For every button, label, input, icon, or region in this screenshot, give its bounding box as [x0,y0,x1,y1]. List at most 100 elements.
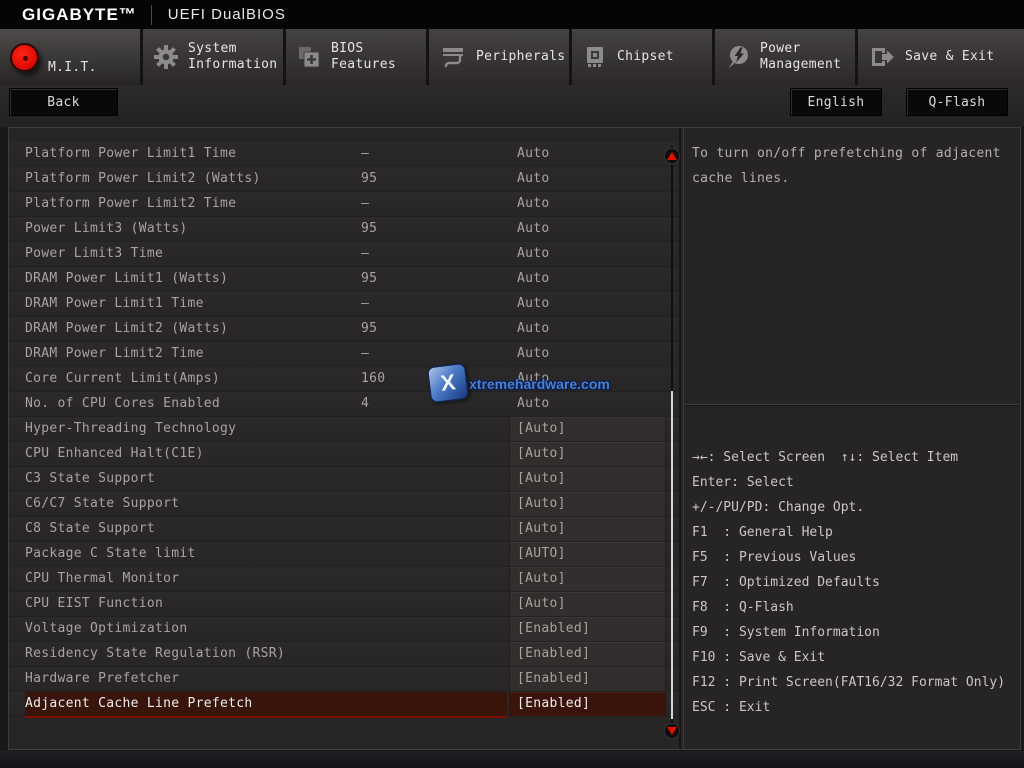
settings-row[interactable]: CPU Enhanced Halt(C1E)[Auto] [9,442,679,467]
setting-label: Power Limit3 Time [25,242,163,266]
settings-row[interactable]: Power Limit3 Time–Auto [9,242,679,267]
tab-system-information[interactable]: System Information [143,29,286,85]
setting-current-value: – [361,192,369,216]
watermark-text: xtremehardware.com [469,376,610,392]
setting-mode: Auto [517,192,550,216]
settings-row[interactable]: Platform Power Limit2 Time–Auto [9,192,679,217]
setting-mode: Auto [517,317,550,341]
legend-line: F8 : Q-Flash [692,595,1012,620]
settings-row[interactable]: DRAM Power Limit1 Time–Auto [9,292,679,317]
setting-mode: Auto [517,217,550,241]
qflash-button[interactable]: Q-Flash [906,88,1008,116]
setting-label: DRAM Power Limit1 (Watts) [25,267,228,291]
legend-list: →←: Select Screen ↑↓: Select ItemEnter: … [684,405,1020,720]
language-button[interactable]: English [790,88,882,116]
watermark-x-logo: X [427,363,469,403]
setting-current-value: – [361,342,369,366]
setting-label: No. of CPU Cores Enabled [25,392,220,416]
settings-panel: Platform Power Limit1 Time–AutoPlatform … [9,128,681,749]
chipset-icon [582,44,608,70]
settings-row[interactable]: DRAM Power Limit2 Time–Auto [9,342,679,367]
tab-mit[interactable]: M.I.T. [0,29,143,85]
setting-label: DRAM Power Limit2 (Watts) [25,317,228,341]
setting-value-box[interactable]: [AUTO] [509,542,666,566]
bottom-strip [0,751,1024,768]
settings-row[interactable]: C8 State Support[Auto] [9,517,679,542]
gear-icon [153,44,179,70]
mit-red-dial-icon [10,43,39,72]
back-button[interactable]: Back [9,88,118,116]
setting-current-value: 160 [361,367,385,391]
setting-value-box[interactable]: [Auto] [509,467,666,491]
settings-row[interactable]: Hyper-Threading Technology [Auto] [9,417,679,442]
settings-row[interactable]: CPU Thermal Monitor[Auto] [9,567,679,592]
setting-value-box[interactable]: [Auto] [509,417,666,441]
settings-row[interactable]: Voltage Optimization[Enabled] [9,617,679,642]
setting-current-value: 95 [361,317,377,341]
settings-row[interactable]: Power Limit3 (Watts)95Auto [9,217,679,242]
tab-chipset[interactable]: Chipset [572,29,715,85]
tab-label: System Information [188,41,283,73]
lightning-icon [725,44,751,70]
setting-value-box[interactable]: [Enabled] [509,642,666,666]
legend-line: +/-/PU/PD: Change Opt. [692,495,1012,520]
exit-door-icon [868,44,896,70]
setting-value-box[interactable]: [Auto] [509,442,666,466]
help-panel: To turn on/off prefetching of adjacent c… [683,128,1020,749]
peripheral-cable-icon [439,44,467,70]
toolbar: Back English Q-Flash [0,85,1024,127]
setting-value-box[interactable]: [Enabled] [509,617,666,641]
setting-value-box[interactable]: [Auto] [509,567,666,591]
gigabyte-logo: GIGABYTE™ [22,5,137,25]
down-triangle-icon [667,727,677,735]
title-bar: GIGABYTE™ UEFI DualBIOS [0,0,1024,29]
settings-row[interactable]: Platform Power Limit1 Time–Auto [9,142,679,167]
setting-label: Package C State limit [25,542,196,566]
setting-label: Core Current Limit(Amps) [25,367,220,391]
scroll-up-icon[interactable] [664,148,680,164]
settings-row[interactable]: DRAM Power Limit1 (Watts) 95 Auto [9,267,679,292]
legend-line: F12 : Print Screen(FAT16/32 Format Only) [692,670,1012,695]
tab-bios-features[interactable]: BIOS Features [286,29,429,85]
settings-row[interactable]: Hardware Prefetcher [Enabled] [9,667,679,692]
legend-line: →←: Select Screen ↑↓: Select Item [692,445,1012,470]
scrollbar-thumb[interactable] [671,391,673,719]
settings-row[interactable]: Platform Power Limit2 (Watts)95Auto [9,167,679,192]
settings-row[interactable]: CPU EIST Function[Auto] [9,592,679,617]
setting-value-box[interactable]: [Enabled] [509,692,666,716]
tab-label: M.I.T. [48,60,97,85]
setting-current-value: 95 [361,217,377,241]
setting-label: DRAM Power Limit2 Time [25,342,204,366]
setting-mode: Auto [517,292,550,316]
setting-value-box[interactable]: [Auto] [509,492,666,516]
up-triangle-icon [667,152,677,160]
tab-power-management[interactable]: Power Management [715,29,858,85]
setting-label: DRAM Power Limit1 Time [25,292,204,316]
settings-row[interactable]: Adjacent Cache Line Prefetch[Enabled] [9,692,679,717]
setting-label: Platform Power Limit1 Time [25,142,236,166]
settings-row[interactable]: Residency State Regulation (RSR) [Enabled… [9,642,679,667]
setting-label: Hardware Prefetcher [25,667,179,691]
settings-row[interactable]: Package C State limit [AUTO] [9,542,679,567]
legend-line: ESC : Exit [692,695,1012,720]
setting-current-value: 95 [361,267,377,291]
setting-label: C6/C7 State Support [25,492,179,516]
settings-row[interactable]: C3 State Support[Auto] [9,467,679,492]
setting-label: Residency State Regulation (RSR) [25,642,285,666]
tab-peripherals[interactable]: Peripherals [429,29,572,85]
tab-save-exit[interactable]: Save & Exit [858,29,1024,85]
setting-value-box[interactable]: [Auto] [509,592,666,616]
legend-line: F10 : Save & Exit [692,645,1012,670]
scroll-down-icon[interactable] [664,723,680,739]
setting-value-box[interactable]: [Auto] [509,517,666,541]
setting-mode: Auto [517,267,550,291]
setting-label: Hyper-Threading Technology [25,417,236,441]
settings-row[interactable]: C6/C7 State Support [Auto] [9,492,679,517]
settings-row[interactable]: DRAM Power Limit2 (Watts) 95 Auto [9,317,679,342]
setting-value-box[interactable]: [Enabled] [509,667,666,691]
uefi-bios-screen: { "titlebar": { "brand": "GIGABYTE™", "t… [0,0,1024,768]
setting-mode: Auto [517,242,550,266]
setting-current-value: 4 [361,392,369,416]
legend-line: F5 : Previous Values [692,545,1012,570]
item-help-text: To turn on/off prefetching of adjacent c… [684,128,1020,204]
